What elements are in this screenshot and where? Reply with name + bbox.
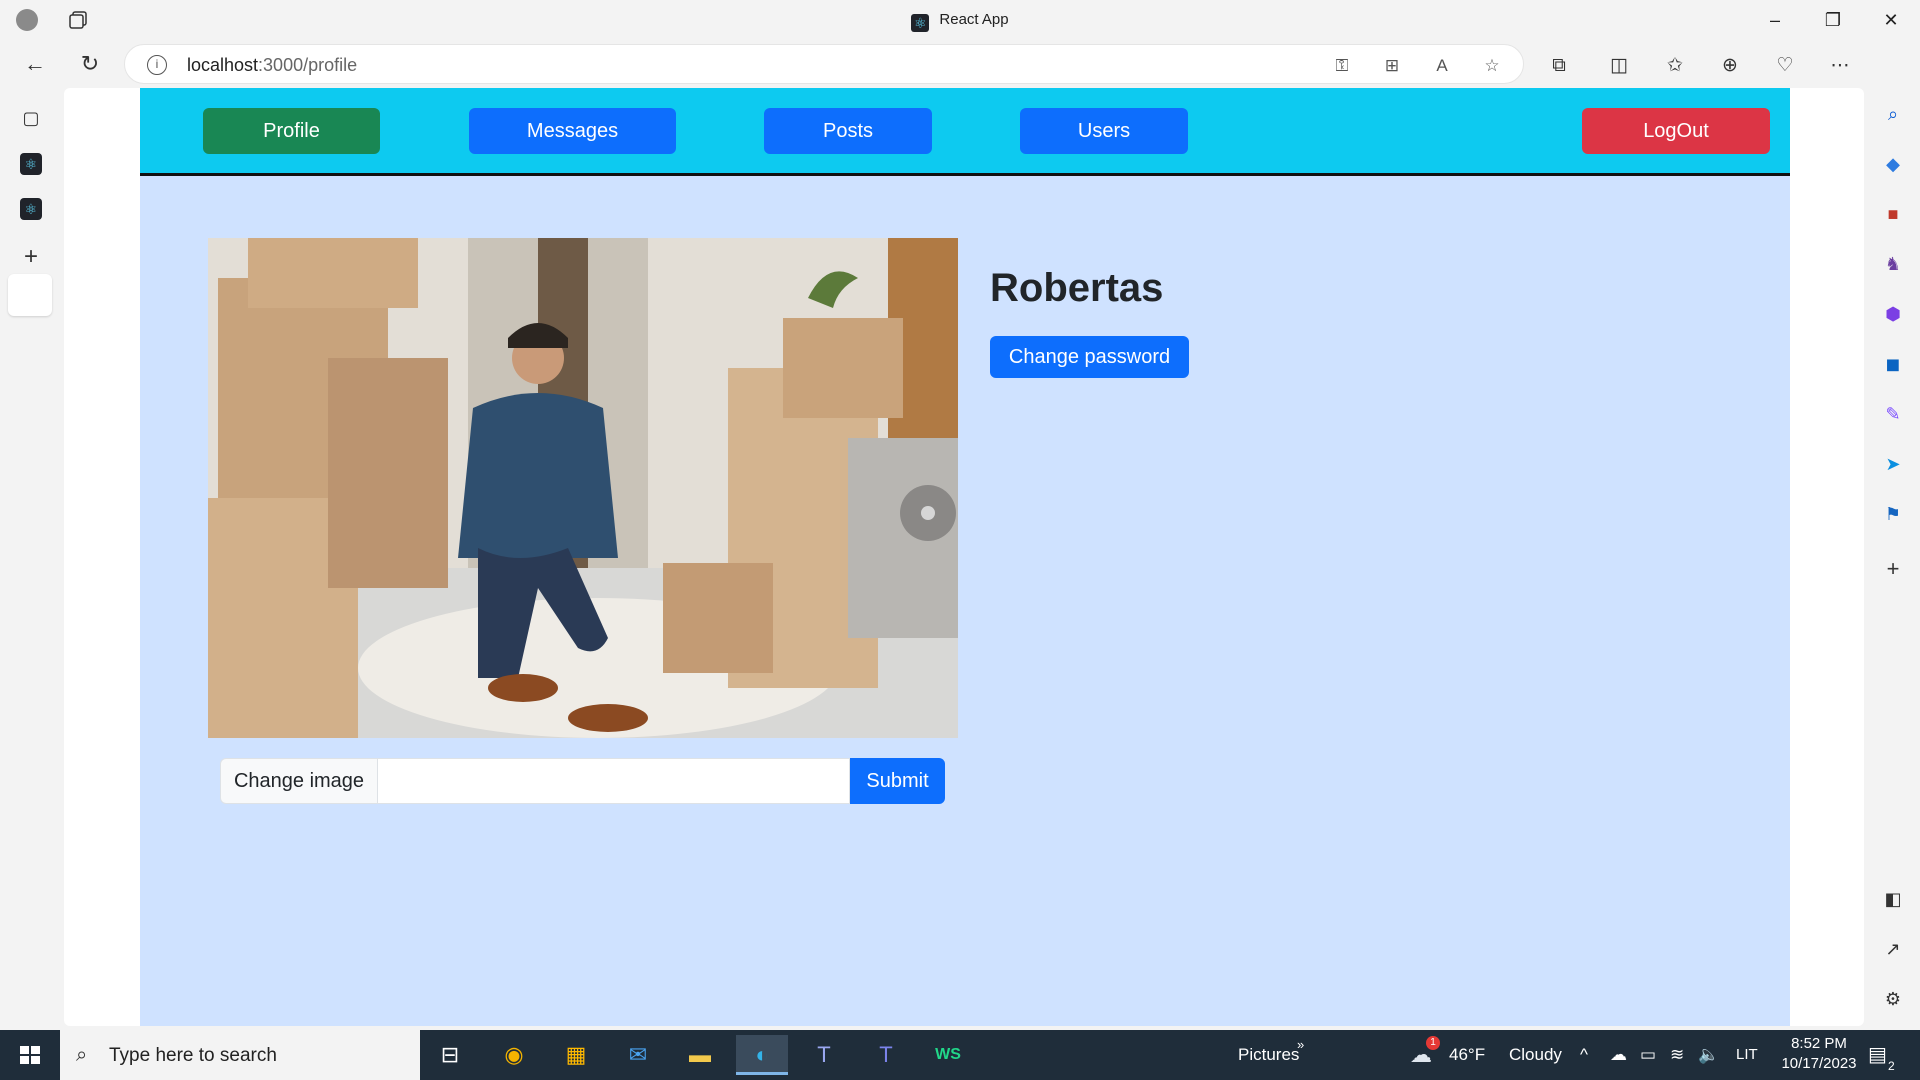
back-arrow-icon[interactable]: ←	[20, 49, 50, 79]
open-external-icon[interactable]: ↗	[1879, 935, 1907, 963]
edge-sidebar: ⌕ ◆ ■ ♞ ⬢ ◼ ✎ ➤ ⚑ + ◧ ↗ ⚙	[1866, 40, 1920, 1030]
search-glass-icon: ⌕	[76, 1044, 88, 1066]
volume-icon[interactable]: 🔈	[1698, 1030, 1719, 1080]
notifications-icon[interactable]: ▤	[1868, 1030, 1887, 1080]
mail-icon[interactable]: ✉	[612, 1035, 664, 1075]
teams-classic-icon[interactable]: T	[860, 1035, 912, 1075]
app-root: Profile Messages Posts Users LogOut Robe…	[140, 88, 1790, 1026]
settings-gear-icon[interactable]: ⚙	[1879, 985, 1907, 1013]
app-available-icon[interactable]: ⊞	[1381, 55, 1403, 77]
outlook-icon[interactable]: ◼	[1879, 350, 1907, 378]
window-title: ⚛ React App	[0, 11, 1920, 32]
change-image-label[interactable]: Change image	[220, 758, 378, 804]
submit-image-button[interactable]: Submit	[850, 758, 945, 804]
change-password-button[interactable]: Change password	[990, 336, 1189, 378]
more-menu-icon[interactable]: ⋯	[1826, 52, 1854, 80]
chevron-double-icon[interactable]: »	[1297, 1020, 1304, 1070]
image-upload-group: Change image Submit	[220, 758, 950, 804]
username-heading: Robertas	[990, 266, 1164, 310]
logout-button[interactable]: LogOut	[1582, 108, 1770, 154]
address-bar[interactable]: i localhost:3000/profile ⚿ ⊞ A ☆	[124, 44, 1524, 84]
show-hidden-icons-icon[interactable]: ^	[1580, 1030, 1588, 1080]
split-screen-icon[interactable]: ◫	[1605, 52, 1633, 80]
image-file-input[interactable]	[378, 758, 850, 804]
onedrive-icon[interactable]: ☁	[1610, 1030, 1627, 1080]
minimize-icon[interactable]: –	[1752, 8, 1798, 32]
app-navbar: Profile Messages Posts Users LogOut	[140, 88, 1790, 176]
language-indicator[interactable]: LIT	[1736, 1030, 1758, 1080]
battery-icon[interactable]: ▭	[1640, 1030, 1656, 1080]
add-sidebar-app-icon[interactable]: +	[1879, 555, 1907, 583]
close-icon[interactable]: ✕	[1868, 8, 1914, 32]
new-tab-plus-icon[interactable]: +	[17, 243, 45, 271]
users-nav-button[interactable]: Users	[1020, 108, 1188, 154]
send-icon[interactable]: ➤	[1879, 450, 1907, 478]
games-icon[interactable]: ♞	[1879, 250, 1907, 278]
hide-sidebar-icon[interactable]: ◧	[1879, 885, 1907, 913]
url-text[interactable]: localhost:3000/profile	[187, 55, 357, 76]
browser-titlebar: ⚛ React App – ❐ ✕	[0, 0, 1920, 40]
active-tab-highlight[interactable]	[8, 274, 52, 316]
read-aloud-icon[interactable]: A	[1431, 55, 1453, 77]
restore-icon[interactable]: ❐	[1810, 8, 1856, 32]
designer-icon[interactable]: ✎	[1879, 400, 1907, 428]
react-tab-icon[interactable]: ⚛	[20, 153, 42, 175]
notification-count: 2	[1888, 1059, 1895, 1073]
extensions-icon[interactable]: ⧉	[1545, 52, 1573, 80]
tools-briefcase-icon[interactable]: ■	[1879, 200, 1907, 228]
collections-icon[interactable]: ⊕	[1716, 52, 1744, 80]
edge-taskbar-icon[interactable]: ◐	[736, 1035, 788, 1075]
messages-nav-button[interactable]: Messages	[469, 108, 676, 154]
weather-description[interactable]: Cloudy	[1509, 1030, 1562, 1080]
browser-essentials-icon[interactable]: ♡	[1771, 52, 1799, 80]
windows-start-icon[interactable]	[0, 1030, 60, 1080]
weather-temperature[interactable]: 46°F	[1449, 1030, 1485, 1080]
profile-photo-illustration	[208, 238, 958, 738]
microsoft365-icon[interactable]: ⬢	[1879, 300, 1907, 328]
search-icon[interactable]: ⌕	[1879, 100, 1907, 128]
tab-panel-icon[interactable]: ▢	[17, 104, 45, 132]
favorite-star-icon[interactable]: ☆	[1481, 55, 1503, 77]
weather-alert-badge: 1	[1426, 1036, 1440, 1050]
vertical-tabs-bar: ▢ ⚛ ⚛ +	[0, 88, 62, 1030]
pictures-toolbar-label[interactable]: Pictures	[1238, 1030, 1299, 1080]
posts-nav-button[interactable]: Posts	[764, 108, 932, 154]
store-icon[interactable]: ▦	[550, 1035, 602, 1075]
profile-photo	[208, 238, 958, 738]
webstorm-icon[interactable]: WS	[922, 1035, 974, 1075]
site-info-icon[interactable]: i	[147, 55, 167, 75]
clock[interactable]: 8:52 PM 10/17/2023	[1774, 1030, 1864, 1080]
password-key-icon[interactable]: ⚿	[1331, 55, 1353, 77]
teams-icon[interactable]: T	[798, 1035, 850, 1075]
chrome-icon[interactable]: ◉	[488, 1035, 540, 1075]
shopping-tag-icon[interactable]: ◆	[1879, 150, 1907, 178]
task-view-icon[interactable]: ⊟	[424, 1035, 476, 1075]
taskbar-search-box[interactable]: ⌕ Type here to search	[60, 1030, 420, 1080]
windows-taskbar: ⌕ Type here to search ⊟ ◉ ▦ ✉ ▬ ◐ T T WS…	[0, 1030, 1920, 1080]
flag-icon[interactable]: ⚑	[1879, 500, 1907, 528]
react-logo-icon: ⚛	[911, 14, 930, 32]
file-explorer-icon[interactable]: ▬	[674, 1035, 726, 1075]
favorites-icon[interactable]: ✩	[1661, 52, 1689, 80]
wifi-icon[interactable]: ≋	[1670, 1030, 1684, 1080]
refresh-icon[interactable]: ↻	[75, 49, 105, 79]
react-tab-active-icon[interactable]: ⚛	[20, 198, 42, 220]
profile-nav-button[interactable]: Profile	[203, 108, 380, 154]
page-viewport: Profile Messages Posts Users LogOut Robe…	[64, 88, 1864, 1026]
